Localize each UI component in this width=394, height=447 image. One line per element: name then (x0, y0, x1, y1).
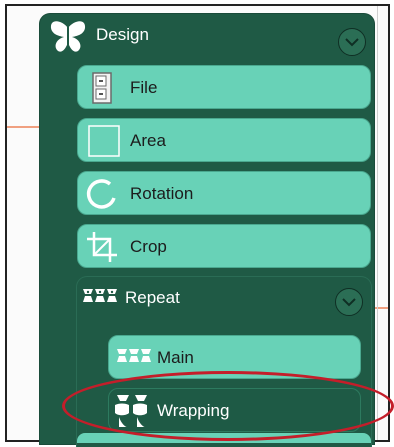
menu-item-rotation-label: Rotation (130, 184, 194, 203)
menu-item-next-partial[interactable] (77, 433, 371, 443)
menu-item-area-label: Area (130, 131, 166, 150)
menu-item-wrapping[interactable]: Wrapping (108, 388, 361, 432)
repeat-subpanel-header[interactable]: Repeat (77, 277, 371, 319)
design-panel: Design File Area Rotation Crop Repeat Ma… (40, 14, 374, 447)
design-collapse-button[interactable] (338, 28, 366, 56)
repeat-subpanel: Repeat Main Wrapping (77, 277, 371, 447)
file-cabinet-icon (92, 72, 112, 104)
design-panel-header[interactable]: Design (40, 14, 374, 56)
menu-item-crop[interactable]: Crop (77, 224, 371, 268)
chevron-down-icon (345, 37, 359, 46)
pattern-icon (117, 349, 151, 362)
design-panel-title: Design (96, 25, 149, 44)
wrapping-icon (115, 395, 147, 427)
repeat-collapse-button[interactable] (335, 288, 363, 316)
menu-item-wrapping-label: Wrapping (157, 401, 230, 420)
crop-icon (87, 232, 117, 262)
butterfly-icon (50, 21, 86, 52)
menu-item-rotation[interactable]: Rotation (77, 171, 371, 215)
square-icon (88, 125, 120, 157)
canvas-edge (377, 6, 378, 440)
menu-item-crop-label: Crop (130, 237, 167, 256)
menu-item-file[interactable]: File (77, 65, 371, 109)
menu-item-file-label: File (130, 78, 158, 97)
chevron-down-icon (342, 297, 356, 306)
menu-item-main-label: Main (157, 348, 194, 367)
menu-item-area[interactable]: Area (77, 118, 371, 162)
repeat-pattern-icon (83, 289, 117, 302)
menu-item-main[interactable]: Main (108, 335, 361, 379)
rotation-icon (86, 179, 116, 209)
repeat-subpanel-title: Repeat (125, 288, 180, 307)
